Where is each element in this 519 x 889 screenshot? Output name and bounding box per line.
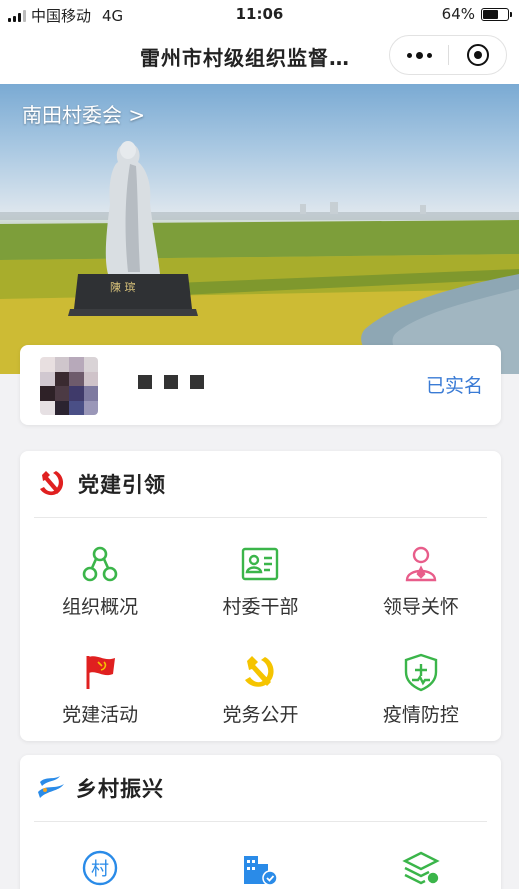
menu-item-label: 组织概况 xyxy=(62,596,139,618)
avatar-pixel xyxy=(40,371,55,386)
village-glyph: 村 xyxy=(91,859,109,880)
close-miniprogram-button[interactable] xyxy=(449,44,506,66)
hammer-sickle-icon xyxy=(36,467,68,501)
nav-bar: 雷州市村级组织监督… xyxy=(0,28,519,84)
village-badge-icon: 村 xyxy=(80,848,120,888)
avatar-pixel xyxy=(83,386,98,401)
avatar xyxy=(40,357,98,415)
avatar-pixel xyxy=(69,386,84,401)
menu-item-label: 村委干部 xyxy=(222,596,299,618)
id-card-icon xyxy=(240,544,280,584)
shield-medical-icon xyxy=(401,652,441,692)
dot-icon xyxy=(415,51,423,59)
menu-item-leadership-care[interactable]: 领导关怀 xyxy=(341,518,501,626)
target-circle-icon xyxy=(466,44,489,66)
party-building-card: 党建引领 组织概况 村委干部 领导关怀 党建活动 党务公开 疫情防控 xyxy=(20,451,501,741)
avatar-pixel xyxy=(83,357,98,372)
miniprogram-capsule xyxy=(389,35,507,75)
dot-icon xyxy=(406,52,412,58)
menu-item-label: 党建活动 xyxy=(62,704,139,726)
wave-logo-icon xyxy=(36,772,66,804)
avatar-pixel xyxy=(83,371,98,386)
dot-icon xyxy=(426,52,432,58)
building-check-icon xyxy=(240,848,280,888)
avatar-pixel xyxy=(40,386,55,401)
more-menu-button[interactable] xyxy=(390,51,448,59)
rural-menu-grid: 村 xyxy=(20,822,501,889)
avatar-pixel xyxy=(69,400,84,415)
status-bar: 中国移动 4G 11:06 64% xyxy=(0,0,519,28)
menu-item-label: 党务公开 xyxy=(222,704,299,726)
menu-item-org-overview[interactable]: 组织概况 xyxy=(20,518,180,626)
avatar-pixel xyxy=(54,386,69,401)
menu-item-building-check[interactable] xyxy=(180,822,340,889)
battery-percent: 64% xyxy=(441,5,475,23)
status-right: 64% xyxy=(441,5,512,23)
menu-item-label: 领导关怀 xyxy=(382,596,459,618)
org-structure-icon xyxy=(80,544,120,584)
menu-item-layers-settings[interactable] xyxy=(341,822,501,889)
verified-status[interactable]: 已实名 xyxy=(426,371,483,398)
avatar-pixel xyxy=(69,371,84,386)
menu-item-party-affairs[interactable]: 党务公开 xyxy=(180,626,340,734)
avatar-pixel xyxy=(54,357,69,372)
section-title: 乡村振兴 xyxy=(76,777,164,801)
avatar-pixel xyxy=(54,400,69,415)
avatar-pixel xyxy=(40,357,55,372)
rural-revitalization-card: 乡村振兴 村 xyxy=(20,755,501,889)
user-info-card[interactable]: 已实名 xyxy=(20,345,501,425)
rural-revitalization-header: 乡村振兴 xyxy=(34,755,487,822)
battery-icon xyxy=(481,7,512,21)
person-care-icon xyxy=(401,544,441,584)
party-menu-grid: 组织概况 村委干部 领导关怀 党建活动 党务公开 疫情防控 xyxy=(20,518,501,734)
menu-item-party-activities[interactable]: 党建活动 xyxy=(20,626,180,734)
party-building-header: 党建引领 xyxy=(34,451,487,518)
statue-plaque-text: 陳 瑸 xyxy=(110,280,136,294)
layers-gear-icon xyxy=(401,848,441,888)
avatar-pixel xyxy=(83,400,98,415)
user-name-masked xyxy=(138,375,204,389)
page-title: 雷州市村级组织监督… xyxy=(140,46,350,70)
menu-item-village[interactable]: 村 xyxy=(20,822,180,889)
section-title: 党建引领 xyxy=(78,473,166,497)
mask-block xyxy=(190,375,204,389)
menu-item-label: 疫情防控 xyxy=(382,704,459,726)
hero-banner: 陳 瑸 南田村委会 > xyxy=(0,84,519,374)
avatar-pixel xyxy=(54,371,69,386)
village-selector-link[interactable]: 南田村委会 > xyxy=(22,99,145,128)
avatar-pixel xyxy=(40,400,55,415)
mask-block xyxy=(138,375,152,389)
menu-item-epidemic-control[interactable]: 疫情防控 xyxy=(341,626,501,734)
party-flag-icon xyxy=(80,652,120,692)
hammer-sickle-icon xyxy=(240,652,280,692)
mask-block xyxy=(164,375,178,389)
menu-item-village-cadres[interactable]: 村委干部 xyxy=(180,518,340,626)
avatar-pixel xyxy=(69,357,84,372)
